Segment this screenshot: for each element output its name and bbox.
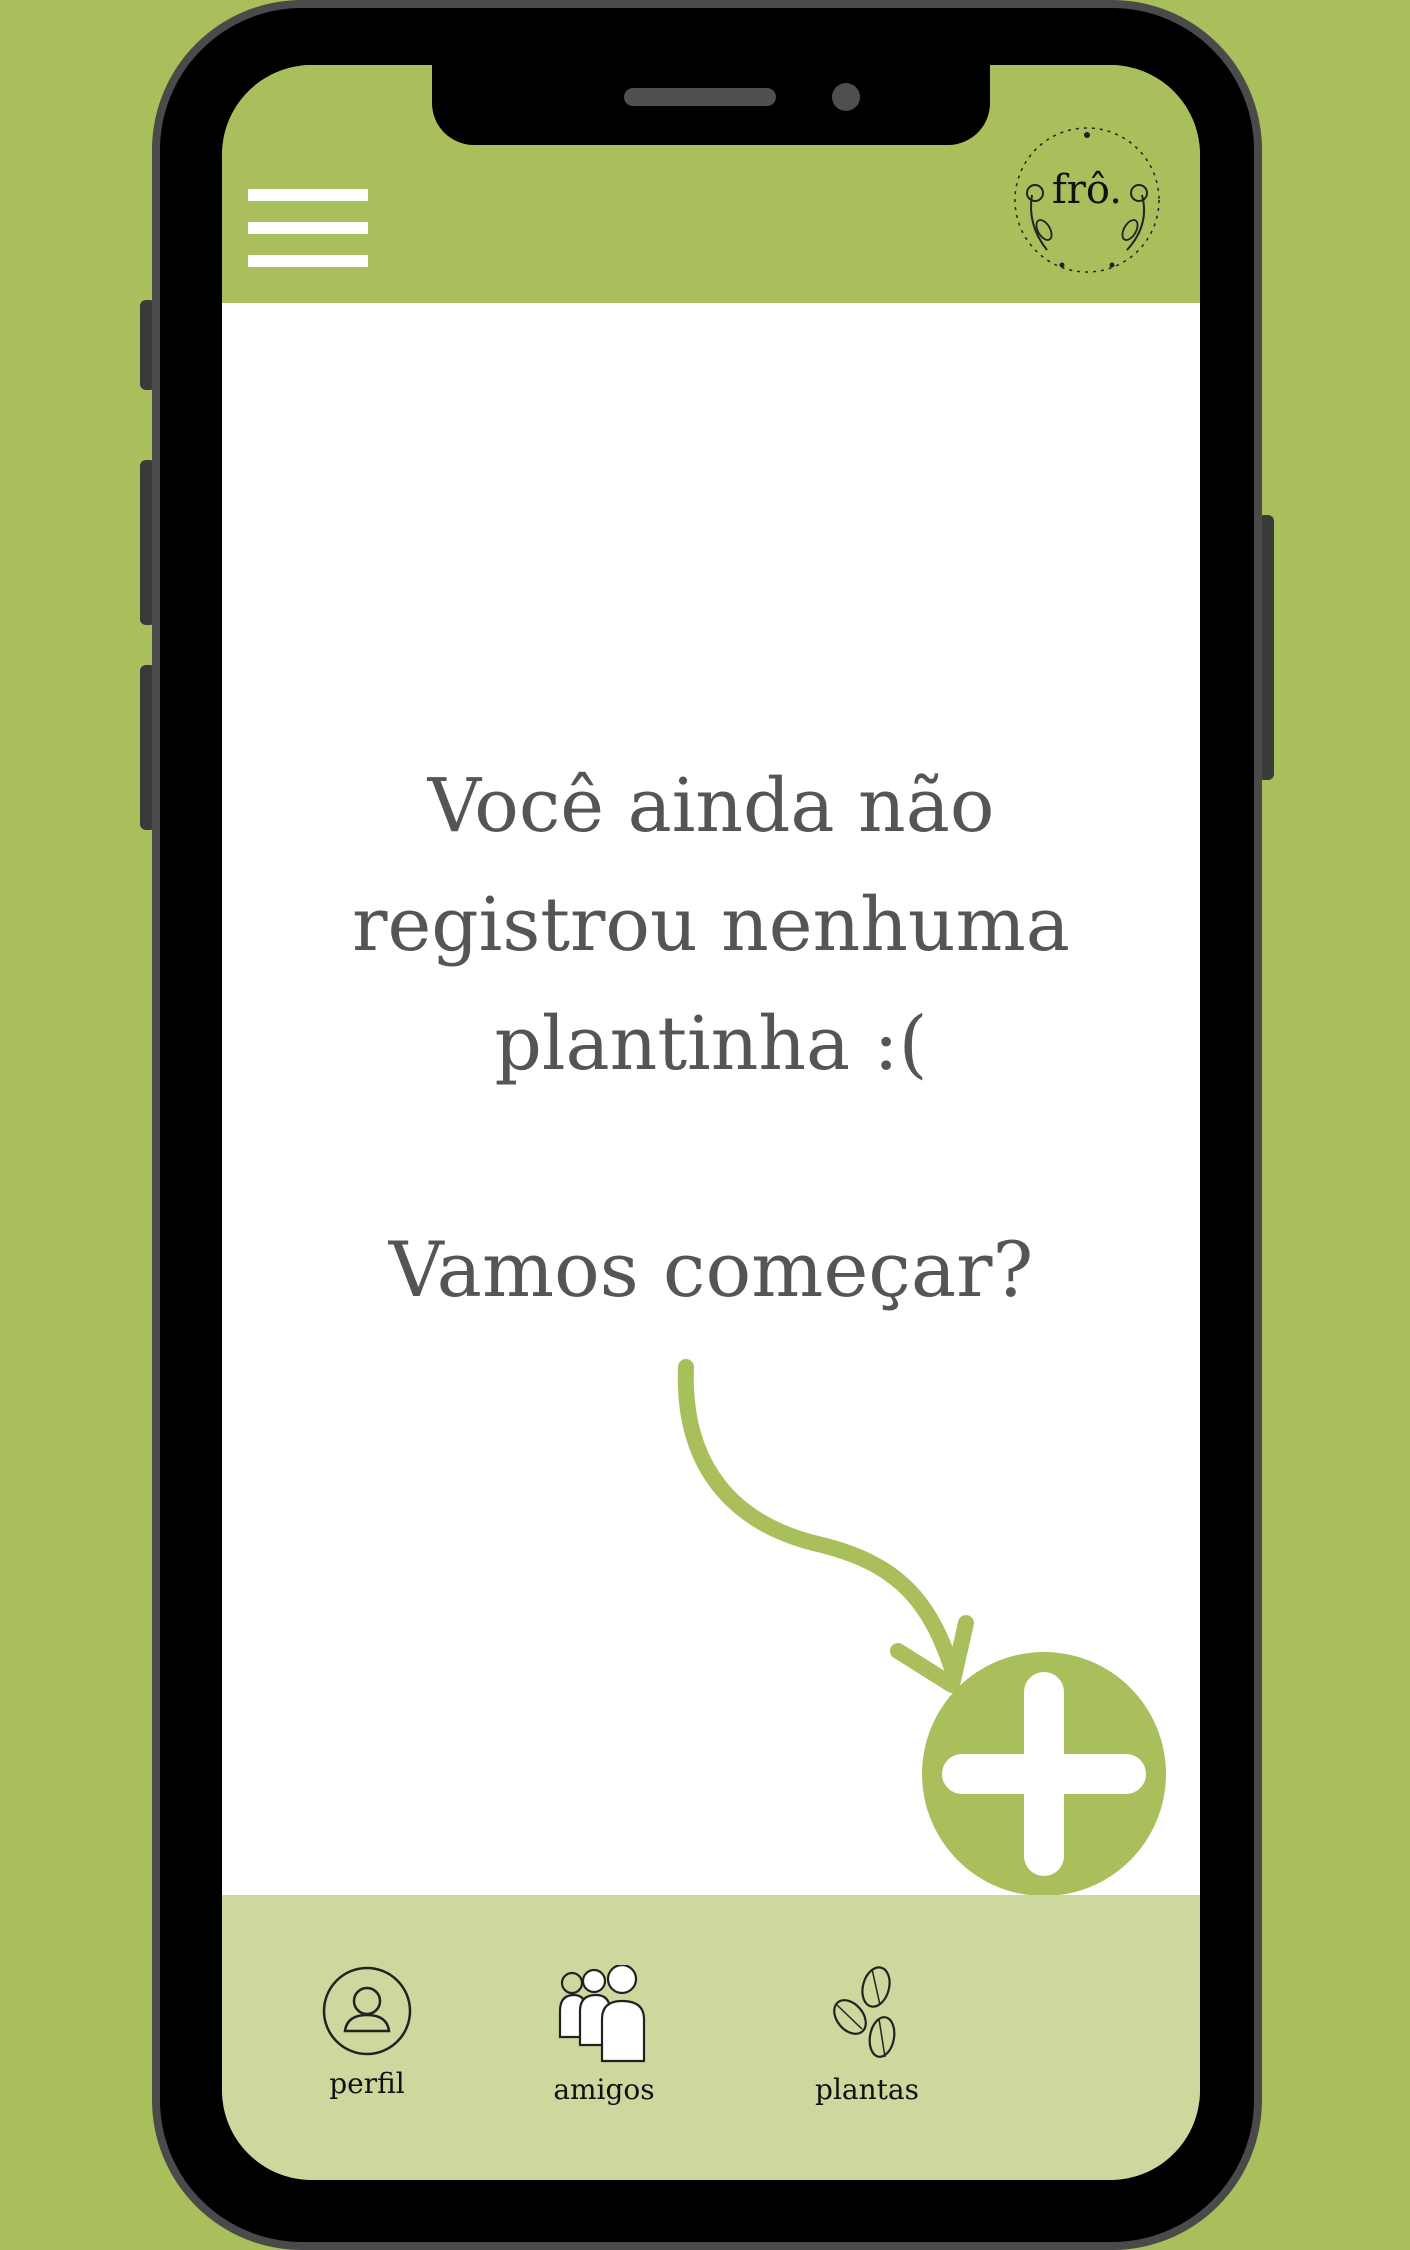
leaves-icon <box>833 1966 896 2058</box>
user-profile-icon <box>322 1966 412 2056</box>
nav-label: amigos <box>553 2073 655 2106</box>
nav-item-plantas[interactable]: plantas <box>807 1965 927 2106</box>
nav-item-perfil[interactable]: perfil <box>312 1965 422 2100</box>
logo-text: frô. <box>1051 167 1123 213</box>
empty-state-message: Você ainda não registrou nenhuma plantin… <box>222 747 1200 1104</box>
front-camera <box>832 83 860 111</box>
empty-message-line: plantinha :( <box>494 1001 928 1087</box>
nav-label: plantas <box>815 2073 919 2106</box>
nav-item-amigos[interactable]: amigos <box>544 1965 664 2106</box>
empty-message-line: Você ainda não <box>427 763 995 849</box>
speaker-grille <box>624 88 776 106</box>
friends-group-icon <box>558 1965 646 2063</box>
call-to-action-text: Vamos começar? <box>388 1225 1034 1314</box>
phone-notch <box>432 65 990 145</box>
app-logo: frô. <box>1002 115 1172 285</box>
add-plant-button[interactable] <box>922 1652 1166 1896</box>
nav-label: perfil <box>329 2067 405 2100</box>
bottom-navigation: perfil amigos plantas <box>222 1895 1200 2180</box>
empty-message-line: registrou nenhuma <box>352 882 1070 968</box>
hamburger-menu-icon[interactable] <box>248 189 368 271</box>
app-screen: frô. Você ainda não registrou nenhuma pl… <box>222 65 1200 2180</box>
